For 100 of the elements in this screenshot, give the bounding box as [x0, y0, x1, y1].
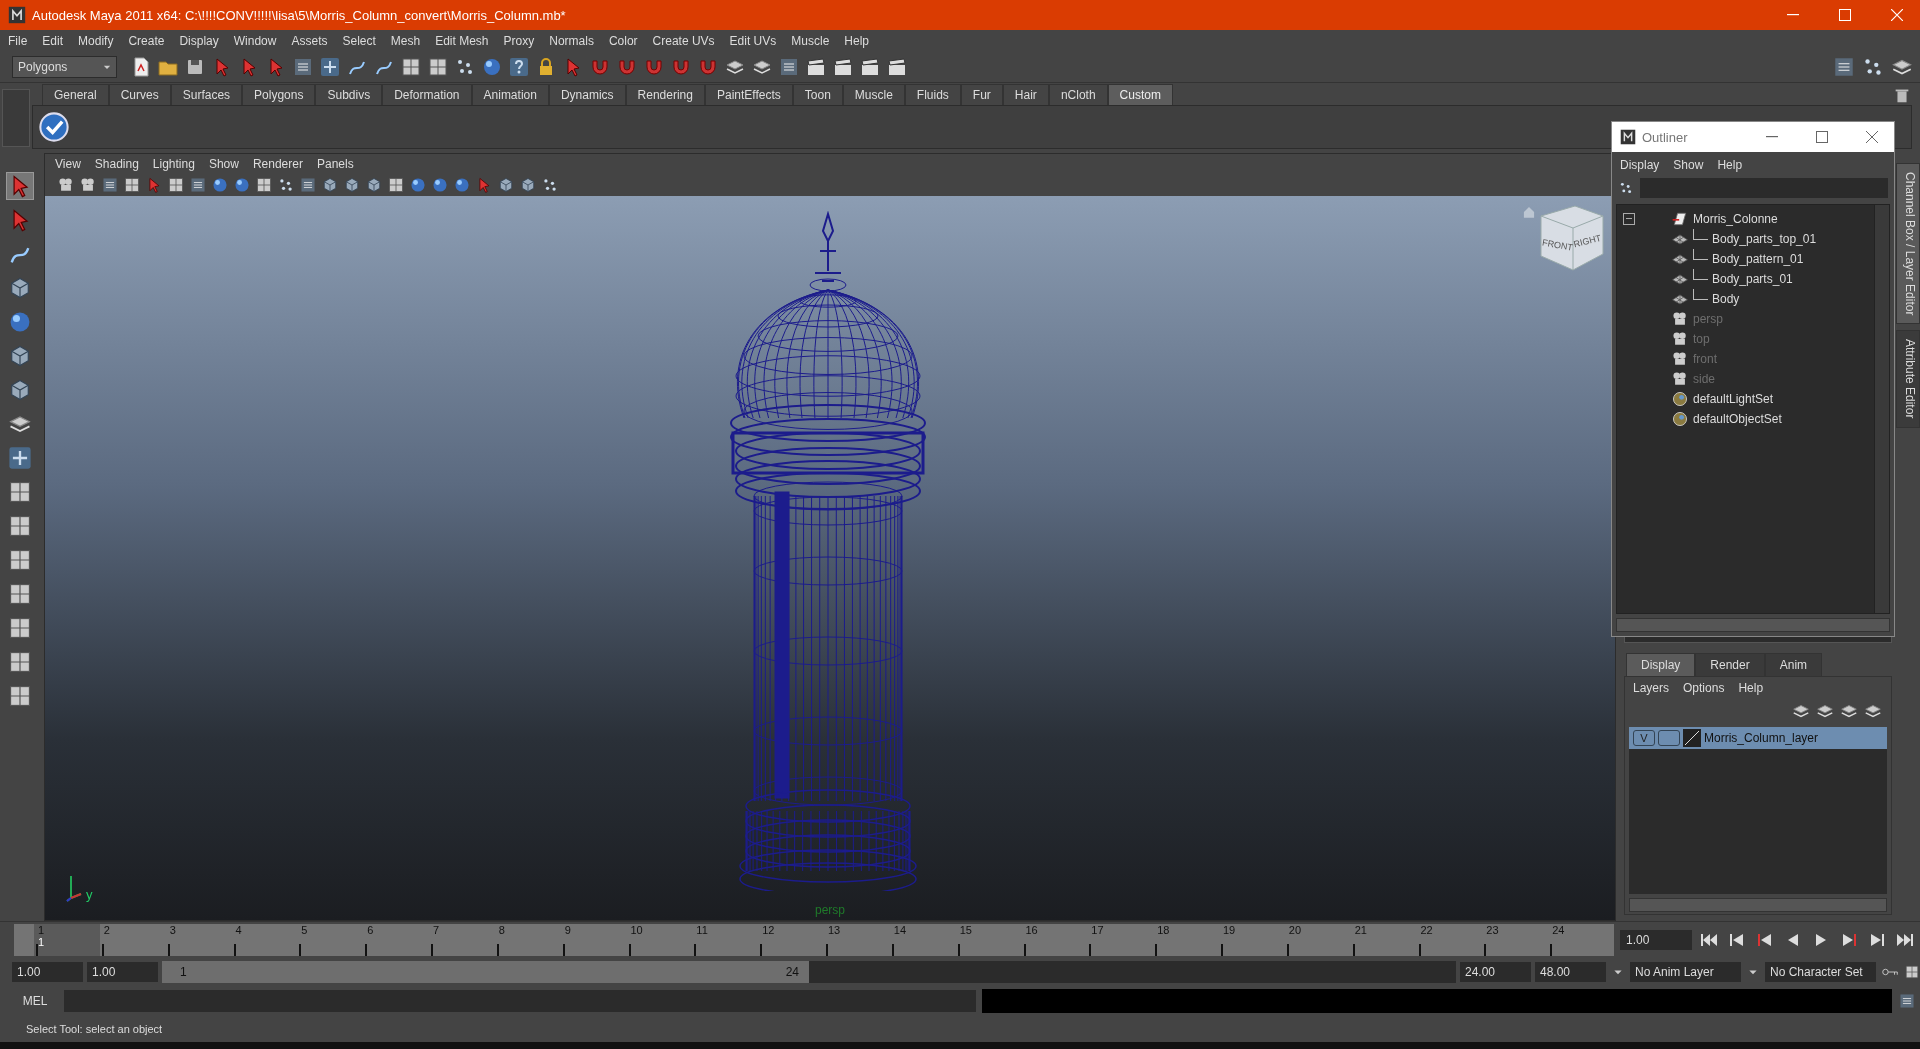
cursor-icon[interactable]: [7, 173, 33, 199]
range-slider-bar[interactable]: 1 24: [162, 961, 809, 983]
vertical-scrollbar[interactable]: [1874, 205, 1889, 613]
layer-color-swatch[interactable]: [1683, 729, 1701, 747]
panel-menu-item[interactable]: Shading: [94, 157, 139, 171]
reference-toggle[interactable]: [1658, 730, 1680, 746]
plus-icon[interactable]: [7, 445, 33, 471]
checkmark-icon[interactable]: [39, 112, 69, 142]
panel-menu-item[interactable]: Renderer: [252, 157, 303, 171]
layer-editor-tab[interactable]: Anim: [1764, 653, 1823, 676]
menu-item[interactable]: Proxy: [503, 34, 535, 48]
grid-icon[interactable]: [427, 56, 449, 78]
horizontal-scrollbar[interactable]: [1616, 618, 1890, 632]
layer-editor-tab[interactable]: Render: [1695, 653, 1765, 676]
menu-item[interactable]: Create: [128, 34, 165, 48]
grid-icon[interactable]: [7, 683, 33, 709]
shelf-tab[interactable]: Rendering: [625, 84, 705, 105]
shelf-tab[interactable]: Surfaces: [170, 84, 243, 105]
dots-icon[interactable]: [541, 176, 559, 194]
plus-icon[interactable]: [319, 56, 341, 78]
camera-icon[interactable]: [79, 176, 97, 194]
shelf-tab[interactable]: Polygons: [242, 84, 316, 105]
list-icon[interactable]: [189, 176, 207, 194]
cube-icon[interactable]: [519, 176, 537, 194]
dots-icon[interactable]: [277, 176, 295, 194]
menu-item[interactable]: Edit Mesh: [435, 34, 489, 48]
list-icon[interactable]: [1832, 55, 1856, 79]
grid-icon[interactable]: [1904, 964, 1920, 980]
clapperboard-icon[interactable]: [886, 56, 908, 78]
outliner-item[interactable]: Body_parts_01: [1712, 272, 1793, 286]
sphere-icon[interactable]: [211, 176, 229, 194]
layer-menu-item[interactable]: Layers: [1633, 681, 1670, 695]
panel-menu-item[interactable]: Lighting: [152, 157, 195, 171]
outliner-menu-item[interactable]: Display: [1620, 158, 1660, 172]
panel-menu-item[interactable]: View: [55, 157, 81, 171]
camera-icon[interactable]: [57, 176, 75, 194]
help-icon[interactable]: [508, 56, 530, 78]
panel-menu-item[interactable]: Show: [208, 157, 239, 171]
grid-icon[interactable]: [7, 513, 33, 539]
list-icon[interactable]: [292, 56, 314, 78]
grid-icon[interactable]: [7, 615, 33, 641]
menu-item[interactable]: Create UVs: [652, 34, 715, 48]
menu-item[interactable]: Mesh: [390, 34, 421, 48]
start-time-field[interactable]: 1.00: [12, 962, 83, 982]
command-language-label[interactable]: MEL: [12, 994, 58, 1008]
list-icon[interactable]: [1898, 992, 1916, 1010]
playback-start-field[interactable]: 1.00: [87, 962, 158, 982]
expand-toggle[interactable]: [1623, 213, 1635, 225]
sphere-icon[interactable]: [453, 176, 471, 194]
visibility-toggle[interactable]: V: [1633, 730, 1655, 746]
list-icon[interactable]: [101, 176, 119, 194]
camera-icon[interactable]: [1671, 310, 1689, 328]
character-set-dropdown[interactable]: No Character Set: [1765, 962, 1876, 982]
layer-editor-tab[interactable]: Display: [1626, 653, 1696, 676]
grid-icon[interactable]: [123, 176, 141, 194]
grid-icon[interactable]: [167, 176, 185, 194]
cube-icon[interactable]: [321, 176, 339, 194]
set-icon[interactable]: [1671, 390, 1689, 408]
cube-icon[interactable]: [497, 176, 515, 194]
side-tab[interactable]: Attribute Editor: [1896, 330, 1920, 428]
shelf-tab[interactable]: Muscle: [842, 84, 905, 105]
command-input-field[interactable]: [64, 990, 976, 1012]
cube-icon[interactable]: [343, 176, 361, 194]
grid-icon[interactable]: [7, 547, 33, 573]
time-slider[interactable]: 1 1 2 3 4 5 6 7 8 9 10 11 12 13 14 15 16 17 18 19 20 21 22 23 24: [14, 924, 1614, 956]
mode-dropdown[interactable]: Polygons: [12, 56, 117, 78]
outliner-item[interactable]: Morris_Colonne: [1693, 212, 1778, 226]
shelf-tab[interactable]: Animation: [471, 84, 549, 105]
grid-icon[interactable]: [387, 176, 405, 194]
outliner-item[interactable]: Body: [1712, 292, 1740, 306]
clapperboard-icon[interactable]: [832, 56, 854, 78]
cube-icon[interactable]: [365, 176, 383, 194]
shelf-tab[interactable]: Deformation: [382, 84, 472, 105]
current-time-field[interactable]: 1.00: [1620, 930, 1692, 950]
grid-icon[interactable]: [255, 176, 273, 194]
group-icon[interactable]: [1671, 210, 1689, 228]
outliner-item[interactable]: defaultObjectSet: [1693, 412, 1782, 426]
outliner-item[interactable]: defaultLightSet: [1693, 392, 1774, 406]
menu-item[interactable]: Edit UVs: [729, 34, 777, 48]
menu-item[interactable]: Modify: [78, 34, 114, 48]
menu-item[interactable]: Assets: [291, 34, 328, 48]
layer-menu-item[interactable]: Options: [1683, 681, 1725, 695]
clapperboard-icon[interactable]: [859, 56, 881, 78]
menu-item[interactable]: Help: [844, 34, 869, 48]
camera-icon[interactable]: [1671, 330, 1689, 348]
set-icon[interactable]: [1671, 410, 1689, 428]
sphere-icon[interactable]: [409, 176, 427, 194]
shelf-tab[interactable]: Toon: [792, 84, 843, 105]
range-slider[interactable]: 1 24: [162, 961, 1456, 983]
menu-item[interactable]: Display: [179, 34, 219, 48]
menu-item[interactable]: Select: [342, 34, 376, 48]
filter-field[interactable]: [1640, 178, 1888, 198]
shelf-tab[interactable]: Fur: [960, 84, 1003, 105]
anim-layer-dropdown[interactable]: No Anim Layer: [1630, 962, 1741, 982]
list-icon[interactable]: [778, 56, 800, 78]
3d-viewport[interactable]: FRONT RIGHT y persp: [45, 196, 1615, 920]
shelf-tab[interactable]: Hair: [1002, 84, 1049, 105]
menu-item[interactable]: Muscle: [791, 34, 830, 48]
menu-item[interactable]: Color: [608, 34, 638, 48]
grid-icon[interactable]: [7, 479, 33, 505]
